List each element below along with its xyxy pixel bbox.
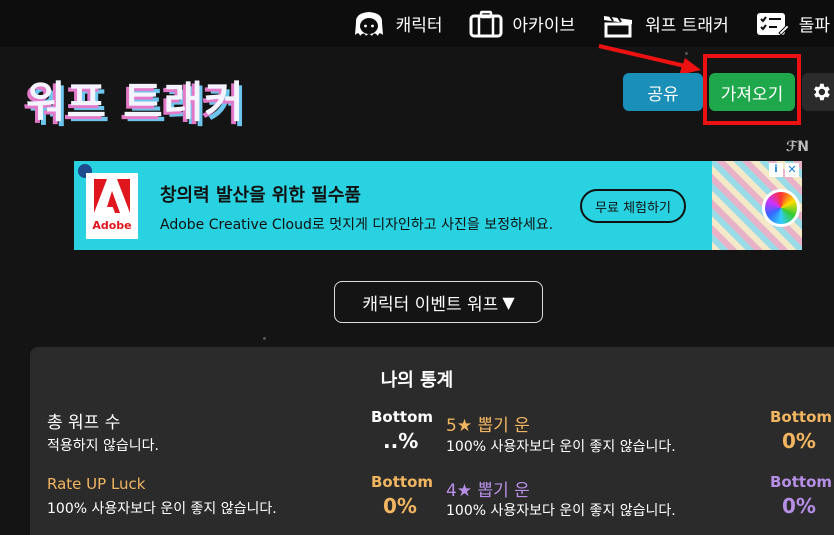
stat-four-star-desc: 100% 사용자보다 운이 좋지 않습니다. [446, 503, 676, 519]
ad-banner[interactable]: Adobe 창의력 발산을 위한 필수품 Adobe Creative Clou… [74, 161, 802, 250]
nav-item-ascension[interactable]: 돌파 [755, 10, 830, 38]
nav-label-character: 캐릭터 [395, 16, 443, 36]
adobe-logo: Adobe [86, 173, 138, 239]
stat-four-star-value: 0% [782, 494, 816, 518]
page-title: 워프 트래커 [26, 78, 245, 128]
stat-total-desc: 적용하지 않습니다. [47, 438, 159, 454]
stats-title: 나의 통계 [380, 370, 454, 391]
character-icon [354, 11, 383, 36]
dropdown-value: 캐릭터 이벤트 워프 [362, 294, 499, 315]
stat-rate-up-desc: 100% 사용자보다 운이 좋지 않습니다. [47, 501, 277, 517]
stat-rate-up-rank: Bottom [371, 473, 434, 491]
stat-total-value: ..% [383, 429, 419, 453]
ad-close-icon[interactable]: ✕ [785, 163, 799, 177]
nav-item-character[interactable]: 캐릭터 [352, 9, 443, 39]
stat-rate-up-label: Rate UP Luck [47, 475, 146, 493]
import-highlight-box [703, 54, 801, 125]
warp-tracker-icon [604, 14, 633, 37]
stat-five-star-label: 5★ 뽑기 운 [446, 416, 530, 436]
nav-label-ascension: 돌파 [798, 16, 830, 36]
stat-four-star-label: 4★ 뽑기 운 [446, 481, 530, 501]
ad-cta-button[interactable]: 무료 체험하기 [580, 189, 686, 223]
color-wheel-icon [762, 189, 800, 227]
nav-label-warp-tracker: 워프 트래커 [645, 16, 729, 36]
adobe-brand-text: Adobe [92, 219, 132, 232]
caret-down-icon: ▼ [502, 292, 515, 312]
top-nav: 캐릭터 아카이브 워프 트래커 돌파 [0, 0, 834, 47]
nav-item-archive[interactable]: 아카이브 [469, 10, 576, 38]
stat-five-star-rank: Bottom [770, 408, 833, 426]
gear-icon [814, 83, 830, 101]
nav-label-archive: 아카이브 [512, 16, 576, 36]
settings-button[interactable] [802, 73, 834, 111]
nav-item-warp-tracker[interactable]: 워프 트래커 [601, 10, 729, 38]
stat-total-rank: Bottom [371, 408, 434, 426]
stat-five-star-value: 0% [782, 429, 816, 453]
ad-headline: 창의력 발산을 위한 필수품 [160, 185, 361, 206]
ad-info-icon[interactable]: i [769, 163, 783, 177]
stat-four-star-rank: Bottom [770, 473, 833, 491]
background-speck [263, 337, 266, 340]
stat-total-label: 총 워프 수 [47, 413, 121, 433]
adobe-mark-icon [94, 179, 130, 213]
share-button[interactable]: 공유 [623, 73, 703, 111]
stat-five-star-desc: 100% 사용자보다 운이 좋지 않습니다. [446, 439, 676, 455]
checklist-icon [756, 12, 789, 36]
ad-subtext: Adobe Creative Cloud로 멋지게 디자인하고 사진을 보정하세… [160, 217, 554, 233]
stat-rate-up-value: 0% [383, 494, 417, 518]
archive-icon [469, 10, 503, 37]
ad-corner-mark: ℱN [786, 139, 810, 155]
ad-image: i ✕ [712, 161, 802, 250]
banner-type-dropdown[interactable]: 캐릭터 이벤트 워프 ▼ [334, 281, 543, 323]
